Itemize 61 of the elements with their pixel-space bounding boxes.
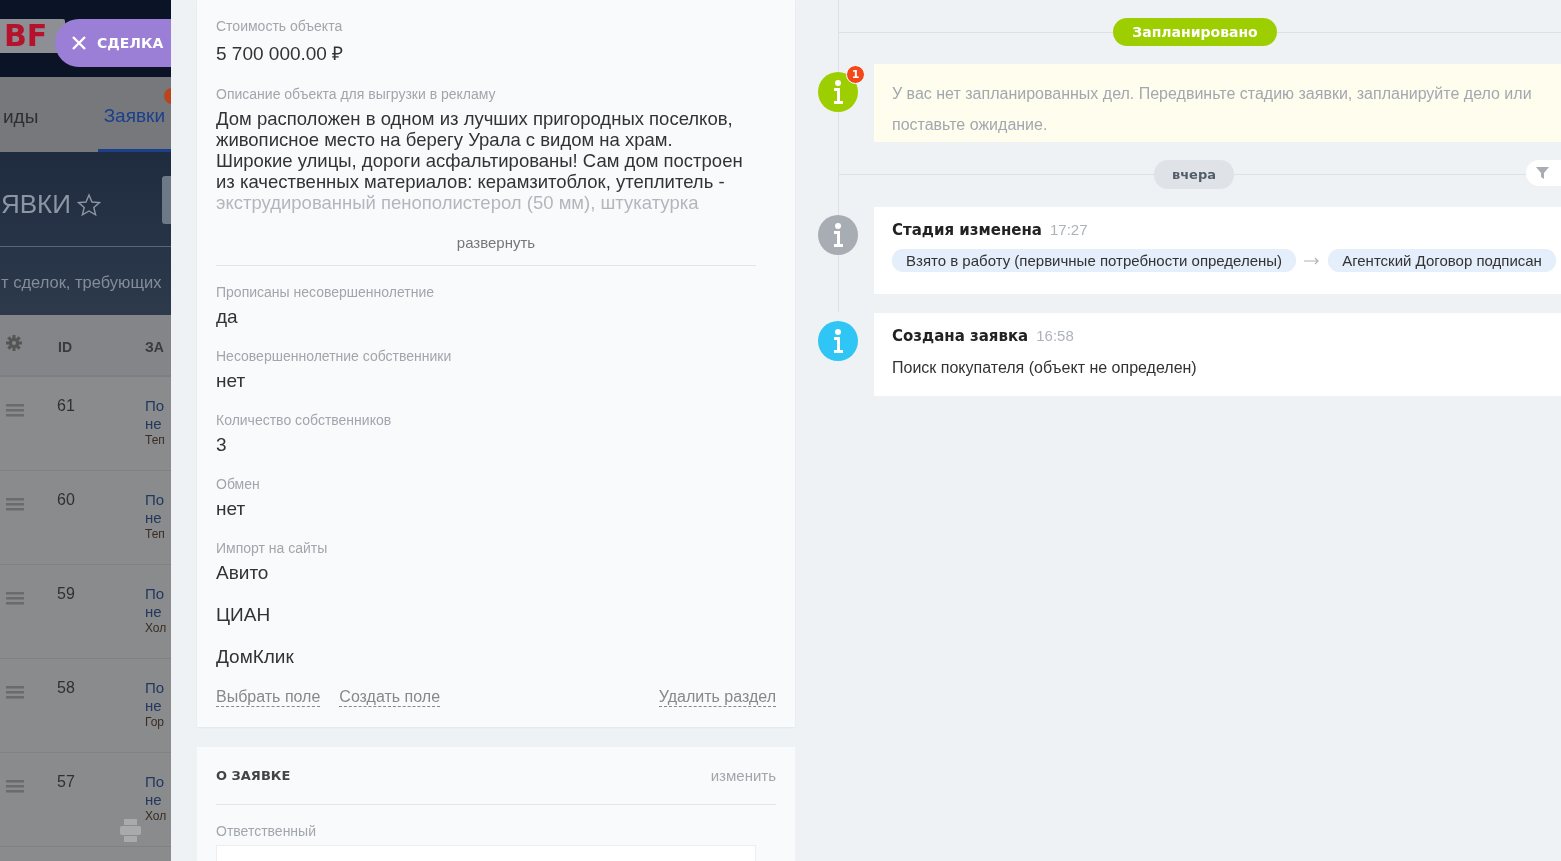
event-time: 16:58 <box>1036 327 1074 344</box>
tab[interactable]: иды <box>0 77 98 152</box>
deal-link[interactable]: По <box>145 491 165 508</box>
table-cell: Теп <box>145 527 165 541</box>
table-cell: 60 <box>57 491 75 509</box>
field-value: да <box>216 306 239 328</box>
table-cell: 59 <box>57 585 75 603</box>
field-value: нет <box>216 370 247 392</box>
event-title: Стадия изменена <box>892 221 1042 239</box>
event-time: 17:27 <box>1050 221 1088 238</box>
field-label: Обмен <box>216 476 261 492</box>
description-text: Дом расположен в одном из лучших пригородных поселков, живописное место на берегу Урала с видом на храм. Широкие улицы, дороги асфальтированы! Сам дом построен из качественных материалов: керамзитоблок, утеплитель - <box>216 108 744 192</box>
table-cell: 61 <box>57 397 75 415</box>
deal-link[interactable]: не <box>145 697 162 714</box>
section-title: О ЗАЯВКЕ <box>216 768 291 783</box>
deal-link[interactable]: не <box>145 509 162 526</box>
field-label: Несовершеннолетние собственники <box>216 348 453 364</box>
deal-chip[interactable]: СДЕЛКА <box>55 19 171 67</box>
action-link[interactable]: Создать поле <box>339 688 441 707</box>
field-value: ЦИАН <box>216 604 272 626</box>
date-pill: вчера <box>1153 159 1234 189</box>
deal-link[interactable]: По <box>145 397 165 414</box>
deal-link[interactable]: По <box>145 679 165 696</box>
page-subtitle: т сделок, требующих <box>1 273 162 292</box>
column-header: ЗА <box>145 339 164 355</box>
event-title: Создана заявка <box>892 327 1029 345</box>
event-text: Поиск покупателя (объект не определен) <box>892 359 1198 377</box>
column-header: ID <box>58 339 72 355</box>
table-cell: 57 <box>57 773 75 791</box>
field-label: Стоимость объекта <box>216 18 344 34</box>
table-cell: Хол <box>145 809 167 823</box>
action-link[interactable]: Выбрать поле <box>216 688 321 707</box>
stage-chip: Агентский Договор подписан <box>1328 249 1556 272</box>
field-label: Прописаны несовершеннолетние <box>216 284 436 300</box>
field-label: Ответственный <box>216 823 317 839</box>
field-value: нет <box>216 498 247 520</box>
field-label: Описание объекта для выгрузки в рекламу <box>216 86 497 102</box>
field-value: Авито <box>216 562 270 584</box>
deal-link[interactable]: По <box>145 585 165 602</box>
deal-link[interactable]: не <box>145 791 162 808</box>
field-value: 3 <box>216 434 228 456</box>
notice-text: У вас нет запланированных дел. Передвиньте стадию заявки, запланируйте дело или поставьте ожидание. <box>874 64 1561 142</box>
status-pill: Запланировано <box>1113 18 1277 46</box>
expand-link[interactable]: развернуть <box>452 230 540 255</box>
deal-link[interactable]: По <box>145 773 165 790</box>
page-title: ЯВКИ <box>1 189 71 220</box>
table-cell: Хол <box>145 621 167 635</box>
delete-link[interactable]: Удалить раздел <box>658 688 776 707</box>
deal-link[interactable]: не <box>145 415 162 432</box>
field-value: ДомКлик <box>216 646 295 668</box>
table-cell: 58 <box>57 679 75 697</box>
deal-link[interactable]: не <box>145 603 162 620</box>
stage-chip: Взято в работу (первичные потребности определены) <box>892 249 1297 272</box>
edit-link[interactable]: изменить <box>710 767 776 784</box>
field-label: Импорт на сайты <box>216 540 329 556</box>
faded-text: экструдированный пенополистерол (50 мм), штукатурка <box>216 192 700 214</box>
count-badge: 1 <box>846 65 865 84</box>
field-value: 5 700 000.00 ₽ <box>216 42 345 66</box>
table-cell: Теп <box>145 433 165 447</box>
field-label: Количество собственников <box>216 412 393 428</box>
table-cell: Гор <box>145 715 165 729</box>
